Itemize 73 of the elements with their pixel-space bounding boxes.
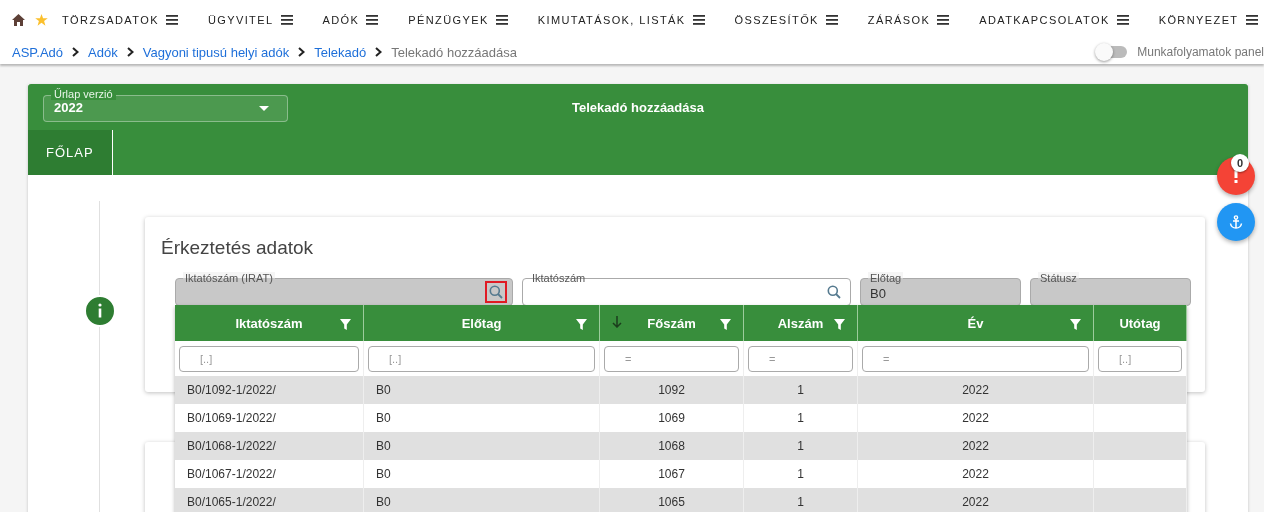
menu-icon	[366, 15, 379, 25]
column-header[interactable]: Előtag	[364, 305, 600, 341]
nav-menu-item[interactable]: KIMUTATÁSOK, LISTÁK	[537, 14, 705, 26]
column-header[interactable]: Év	[858, 305, 1094, 341]
table-cell: B0	[364, 376, 600, 404]
nav-menu-item[interactable]: ÖSSZESÍTŐK	[734, 14, 838, 26]
section-title: Érkeztetés adatok	[161, 237, 314, 259]
breadcrumb-link[interactable]: ASP.Adó	[12, 44, 64, 60]
nav-menu-item[interactable]: ADÓK	[322, 14, 379, 26]
filter-icon[interactable]	[720, 319, 731, 330]
dropdown-caret-icon	[259, 106, 269, 111]
menu-icon	[825, 15, 838, 25]
column-header[interactable]: Alszám	[744, 305, 858, 341]
toggle-switch[interactable]	[1097, 46, 1128, 58]
sort-down-icon[interactable]	[612, 316, 622, 328]
search-icon	[489, 285, 503, 299]
menu-icon	[692, 15, 705, 25]
info-icon	[84, 295, 116, 327]
filter-input[interactable]: [..]	[179, 345, 359, 372]
table-cell: 2022	[858, 376, 1094, 404]
filter-input[interactable]: [..]	[368, 345, 595, 372]
column-header[interactable]: Utótag	[1094, 305, 1187, 341]
table-cell: 1068	[600, 432, 744, 460]
chevron-right-icon	[72, 47, 80, 57]
home-icon[interactable]	[12, 14, 25, 26]
form-title: Telekadó hozzáadása	[572, 100, 704, 115]
filter-input[interactable]: =	[862, 345, 1089, 372]
nav-menu-item[interactable]: ADATKAPCSOLATOK	[979, 14, 1129, 26]
filter-input[interactable]: [..]	[1098, 345, 1182, 372]
menu-icon	[937, 15, 950, 25]
nav-menu-item[interactable]: ZÁRÁSOK	[867, 14, 950, 26]
toggle-label: Munkafolyamatok panel	[1137, 45, 1264, 59]
menu-icon	[1245, 15, 1258, 25]
filter-input[interactable]: =	[604, 345, 739, 372]
column-header[interactable]: Iktatószám	[175, 305, 364, 341]
table-cell: B0	[364, 488, 600, 512]
table-cell: 1092	[600, 376, 744, 404]
filter-icon[interactable]	[834, 319, 845, 330]
star-icon[interactable]	[35, 14, 48, 26]
table-cell: B0/1092-1/2022/	[175, 376, 364, 404]
nav-menu-item[interactable]: TÖRZSADATOK	[62, 14, 178, 26]
menu-icon	[280, 15, 293, 25]
breadcrumb-link[interactable]: Telekadó	[314, 44, 367, 60]
table-cell: 1	[744, 432, 858, 460]
table-cell: B0/1065-1/2022/	[175, 488, 364, 512]
breadcrumb-current: Telekadó hozzáadása	[391, 44, 517, 60]
filter-icon[interactable]	[1070, 319, 1081, 330]
exclamation-icon	[1234, 169, 1238, 183]
table-cell: 2022	[858, 432, 1094, 460]
nav-menu-item[interactable]: KÖRNYEZET	[1158, 14, 1258, 26]
table-cell: B0	[364, 432, 600, 460]
filter-icon[interactable]	[576, 319, 587, 330]
chevron-right-icon	[375, 47, 383, 57]
table-cell: 1	[744, 488, 858, 512]
table-cell: 2022	[858, 488, 1094, 512]
filter-input[interactable]: =	[748, 345, 853, 372]
breadcrumb-link[interactable]: Adók	[88, 44, 118, 60]
anchor-icon	[1229, 215, 1243, 229]
table-cell: B0/1068-1/2022/	[175, 432, 364, 460]
search-icon	[827, 285, 841, 299]
chevron-right-icon	[298, 47, 306, 57]
menu-icon	[1116, 15, 1129, 25]
table-cell: 1065	[600, 488, 744, 512]
nav-menu-item[interactable]: ÜGYVITEL	[207, 14, 293, 26]
menu-icon	[495, 15, 508, 25]
tab[interactable]: FŐLAP	[28, 130, 113, 175]
chevron-right-icon	[126, 47, 134, 57]
menu-icon	[165, 15, 178, 25]
breadcrumb-link[interactable]: Vagyoni tipusú helyi adók	[142, 44, 290, 60]
table-cell: 1	[744, 376, 858, 404]
filter-icon[interactable]	[340, 319, 351, 330]
nav-menu-item[interactable]: PÉNZÜGYEK	[408, 14, 508, 26]
column-header[interactable]: Főszám	[600, 305, 744, 341]
